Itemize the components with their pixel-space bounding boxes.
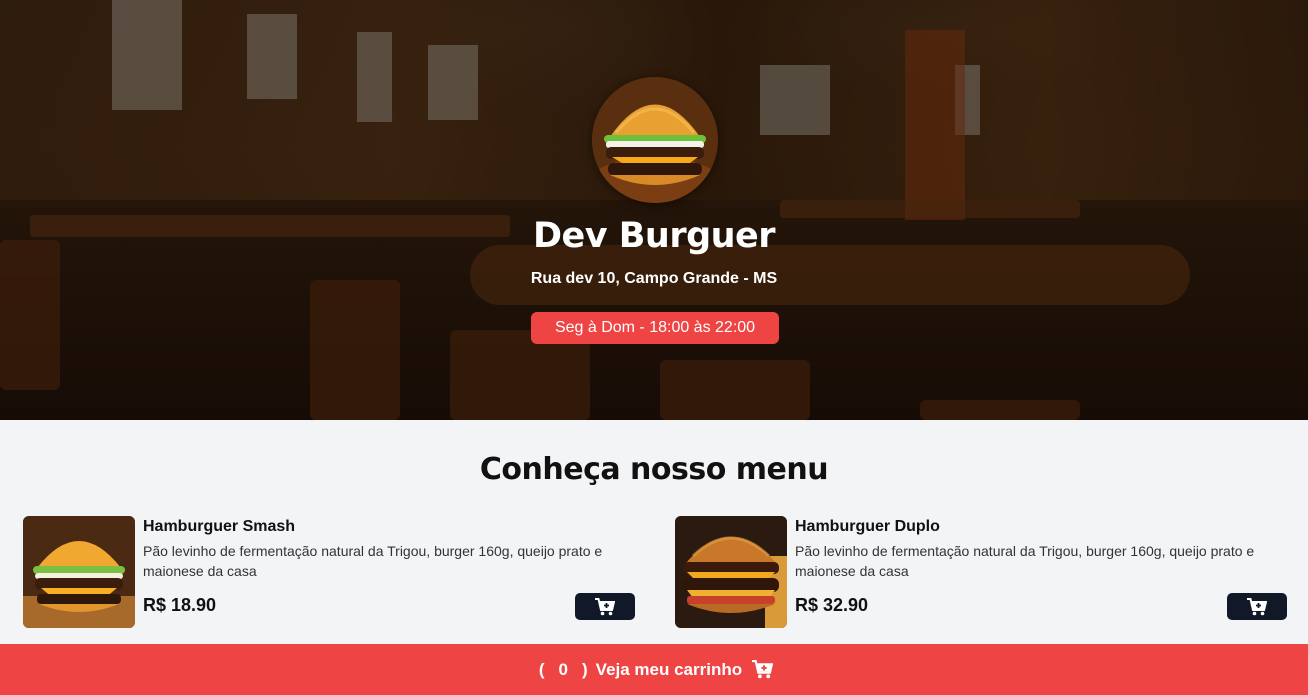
cart-count-close-paren: ): [582, 659, 588, 679]
cart-plus-icon: [1247, 597, 1267, 615]
menu-item: Hamburguer Duplo Pão levinho de fermenta…: [675, 516, 1289, 628]
product-price: R$ 32.90: [795, 595, 869, 615]
burger-image: [675, 516, 787, 628]
hero-banner: Dev Burguer Rua dev 10, Campo Grande - M…: [0, 0, 1308, 420]
add-to-cart-button[interactable]: [1227, 593, 1287, 620]
restaurant-address: Rua dev 10, Campo Grande - MS: [530, 270, 778, 287]
menu-item: Hamburguer Smash Pão levinho de fermenta…: [23, 516, 637, 628]
cart-count: 0: [558, 659, 568, 679]
product-description: Pão levinho de fermentação natural da Tr…: [143, 543, 603, 579]
product-image: [23, 516, 135, 628]
view-cart-button[interactable]: ( 0 ) Veja meu carrinho: [0, 644, 1308, 695]
cart-plus-icon: [752, 660, 774, 679]
cart-count-open-paren: (: [538, 659, 545, 679]
burger-logo-image: [592, 77, 718, 203]
burger-logo: [592, 77, 718, 203]
product-image: [675, 516, 787, 628]
hero-content: Dev Burguer Rua dev 10, Campo Grande - M…: [0, 0, 1308, 420]
product-name: Hamburguer Duplo: [795, 518, 940, 535]
product-name: Hamburguer Smash: [143, 518, 296, 535]
burger-image: [23, 516, 135, 628]
view-cart-label: Veja meu carrinho: [595, 659, 743, 679]
product-price: R$ 18.90: [143, 595, 217, 615]
restaurant-name: Dev Burguer: [532, 216, 776, 256]
opening-hours-badge: Seg à Dom - 18:00 às 22:00: [531, 312, 779, 344]
product-description: Pão levinho de fermentação natural da Tr…: [795, 543, 1255, 579]
cart-plus-icon: [595, 597, 615, 615]
add-to-cart-button[interactable]: [575, 593, 635, 620]
menu-title: Conheça nosso menu: [479, 452, 829, 487]
